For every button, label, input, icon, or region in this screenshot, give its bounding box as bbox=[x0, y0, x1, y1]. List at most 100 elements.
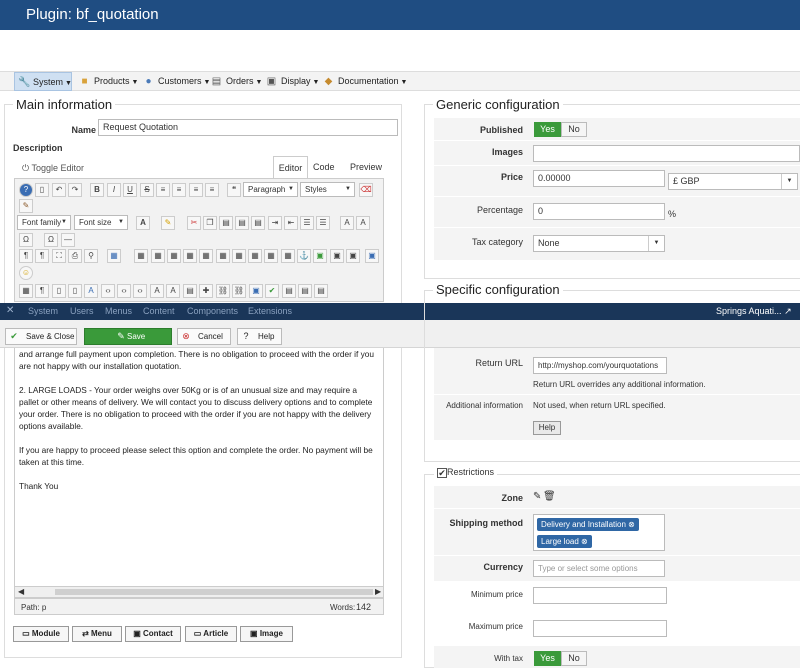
template-insert-icon[interactable]: ▤ bbox=[183, 284, 197, 298]
copy-icon[interactable]: ❐ bbox=[203, 216, 217, 230]
attribs-icon[interactable]: ‹› bbox=[133, 284, 147, 298]
anchor-icon[interactable]: ⚓ bbox=[297, 249, 311, 263]
paste-icon[interactable]: ▤ bbox=[219, 216, 233, 230]
strikethrough-icon[interactable]: S bbox=[140, 183, 154, 197]
percentage-input[interactable]: 0 bbox=[533, 203, 665, 220]
with-tax-no-button[interactable]: No bbox=[561, 651, 587, 666]
style-props-icon[interactable]: A bbox=[166, 284, 180, 298]
check-spelling-icon[interactable]: ✔ bbox=[265, 284, 279, 298]
template-icon[interactable]: ▣ bbox=[365, 249, 379, 263]
jbar-content[interactable]: Content bbox=[143, 306, 175, 316]
link-icon[interactable]: ⛓ bbox=[216, 284, 230, 298]
blockquote-icon[interactable]: ❝ bbox=[227, 183, 241, 197]
with-tax-yes-button[interactable]: Yes bbox=[534, 651, 561, 666]
styles-select[interactable]: Styles ▼ bbox=[300, 182, 355, 197]
indent-icon[interactable]: ⇥ bbox=[268, 216, 282, 230]
jbar-menus[interactable]: Menus bbox=[105, 306, 132, 316]
published-no-button[interactable]: No bbox=[561, 122, 587, 137]
contact-button[interactable]: ▣ Contact bbox=[125, 626, 181, 642]
module-button[interactable]: ▭ Module bbox=[13, 626, 69, 642]
table-cell-icon[interactable]: ▦ bbox=[151, 249, 165, 263]
numbered-list-icon[interactable]: ☰ bbox=[300, 216, 314, 230]
bullet-list-icon[interactable]: ☰ bbox=[316, 216, 330, 230]
table-row-icon[interactable]: ▦ bbox=[134, 249, 148, 263]
paste-word-icon[interactable]: ▤ bbox=[251, 216, 265, 230]
menu-orders[interactable]: ▤ Orders ▼ bbox=[208, 72, 266, 91]
tab-editor[interactable]: Editor bbox=[273, 156, 308, 178]
shipping-tag[interactable]: Delivery and Installation ⊗ bbox=[537, 518, 639, 531]
code-sample-icon[interactable]: ▤ bbox=[314, 284, 328, 298]
redo-icon[interactable]: ↷ bbox=[68, 183, 82, 197]
special-char-icon[interactable]: Ω bbox=[19, 233, 33, 247]
menu-system[interactable]: 🔧 System ▼ bbox=[14, 72, 72, 91]
menu-customers[interactable]: ● Customers ▼ bbox=[140, 72, 214, 91]
non-break-icon[interactable]: A bbox=[150, 284, 164, 298]
shipping-tag[interactable]: Large load ⊗ bbox=[537, 535, 592, 548]
article-button[interactable]: ▭ Article bbox=[185, 626, 237, 642]
text-color-icon[interactable]: A bbox=[136, 216, 150, 230]
align-left-icon[interactable]: ≡ bbox=[156, 183, 170, 197]
underline-icon[interactable]: U bbox=[123, 183, 137, 197]
delete-row-icon[interactable]: ▦ bbox=[199, 249, 213, 263]
currency-input[interactable]: Type or select some options bbox=[533, 560, 665, 577]
unlink-icon[interactable]: ⛓ bbox=[232, 284, 246, 298]
merge-cells-icon[interactable]: ▦ bbox=[281, 249, 295, 263]
subscript-icon[interactable]: A bbox=[340, 216, 354, 230]
rtl-icon[interactable]: ¶ bbox=[35, 249, 49, 263]
cut-icon[interactable]: ✂ bbox=[187, 216, 201, 230]
insert-image-icon[interactable]: ▣ bbox=[313, 249, 327, 263]
row-after-icon[interactable]: ▦ bbox=[183, 249, 197, 263]
help-button[interactable]: ? Help bbox=[237, 328, 282, 345]
horizontal-scrollbar[interactable]: ◀ ▶ bbox=[14, 586, 384, 598]
visual-aid-icon[interactable]: ▦ bbox=[19, 284, 33, 298]
maximum-price-input[interactable] bbox=[533, 620, 667, 637]
col-after-icon[interactable]: ▦ bbox=[232, 249, 246, 263]
save-button[interactable]: ✎ Save bbox=[84, 328, 172, 345]
plus-icon[interactable]: ✚ bbox=[199, 284, 213, 298]
specific-help-button[interactable]: Help bbox=[533, 421, 561, 435]
media-icon[interactable]: ▣ bbox=[330, 249, 344, 263]
editor-content[interactable]: and arrange full payment upon completion… bbox=[14, 348, 384, 586]
font-family-select[interactable]: Font family ▼ bbox=[17, 215, 71, 230]
menu-products[interactable]: ■ Products ▼ bbox=[76, 72, 138, 91]
images-input[interactable] bbox=[533, 145, 800, 162]
jbar-components[interactable]: Components bbox=[187, 306, 238, 316]
abbr-icon[interactable]: ▯ bbox=[68, 284, 82, 298]
image-button[interactable]: ▣ Image bbox=[240, 626, 293, 642]
name-input[interactable]: Request Quotation bbox=[98, 119, 398, 136]
toggle-editor-link[interactable]: ⏻ Toggle Editor bbox=[22, 163, 84, 174]
format-select[interactable]: Paragraph ▼ bbox=[243, 182, 298, 197]
bold-icon[interactable]: B bbox=[90, 183, 104, 197]
cite-icon[interactable]: ▯ bbox=[52, 284, 66, 298]
currency-select[interactable]: £ GBP ▼ bbox=[668, 173, 798, 190]
format-letters-icon[interactable]: A bbox=[84, 284, 98, 298]
jbar-system[interactable]: System bbox=[28, 306, 58, 316]
tab-preview[interactable]: Preview bbox=[350, 162, 382, 172]
align-justify-icon[interactable]: ≡ bbox=[205, 183, 219, 197]
paintbrush-icon[interactable]: ✎ bbox=[19, 199, 33, 213]
italic-icon[interactable]: I bbox=[107, 183, 121, 197]
scroll-thumb[interactable] bbox=[55, 589, 373, 595]
highlight-icon[interactable]: ✎ bbox=[161, 216, 175, 230]
emoticon-icon[interactable]: ☺ bbox=[19, 266, 33, 280]
undo-icon[interactable]: ↶ bbox=[52, 183, 66, 197]
layer-icon[interactable]: ▣ bbox=[346, 249, 360, 263]
superscript-icon[interactable]: A bbox=[356, 216, 370, 230]
new-document-icon[interactable]: ▯ bbox=[35, 183, 49, 197]
menu-button[interactable]: ⇄ Menu bbox=[72, 626, 122, 642]
delete-col-icon[interactable]: ▦ bbox=[248, 249, 262, 263]
readmore-icon[interactable]: ▤ bbox=[298, 284, 312, 298]
save-close-button[interactable]: ✔ Save & Close bbox=[5, 328, 77, 345]
align-right-icon[interactable]: ≡ bbox=[189, 183, 203, 197]
zone-trash-icon[interactable]: 🗑 bbox=[543, 491, 556, 502]
omega-icon[interactable]: Ω bbox=[44, 233, 58, 247]
menu-documentation[interactable]: ◆ Documentation ▼ bbox=[320, 72, 410, 91]
outdent-icon[interactable]: ⇤ bbox=[284, 216, 298, 230]
tab-code[interactable]: Code bbox=[313, 162, 335, 172]
col-before-icon[interactable]: ▦ bbox=[216, 249, 230, 263]
del-icon[interactable]: ‹› bbox=[117, 284, 131, 298]
row-before-icon[interactable]: ▦ bbox=[167, 249, 181, 263]
paste-text-icon[interactable]: ▤ bbox=[235, 216, 249, 230]
font-size-select[interactable]: Font size ▼ bbox=[74, 215, 128, 230]
image-icon[interactable]: ▣ bbox=[249, 284, 263, 298]
